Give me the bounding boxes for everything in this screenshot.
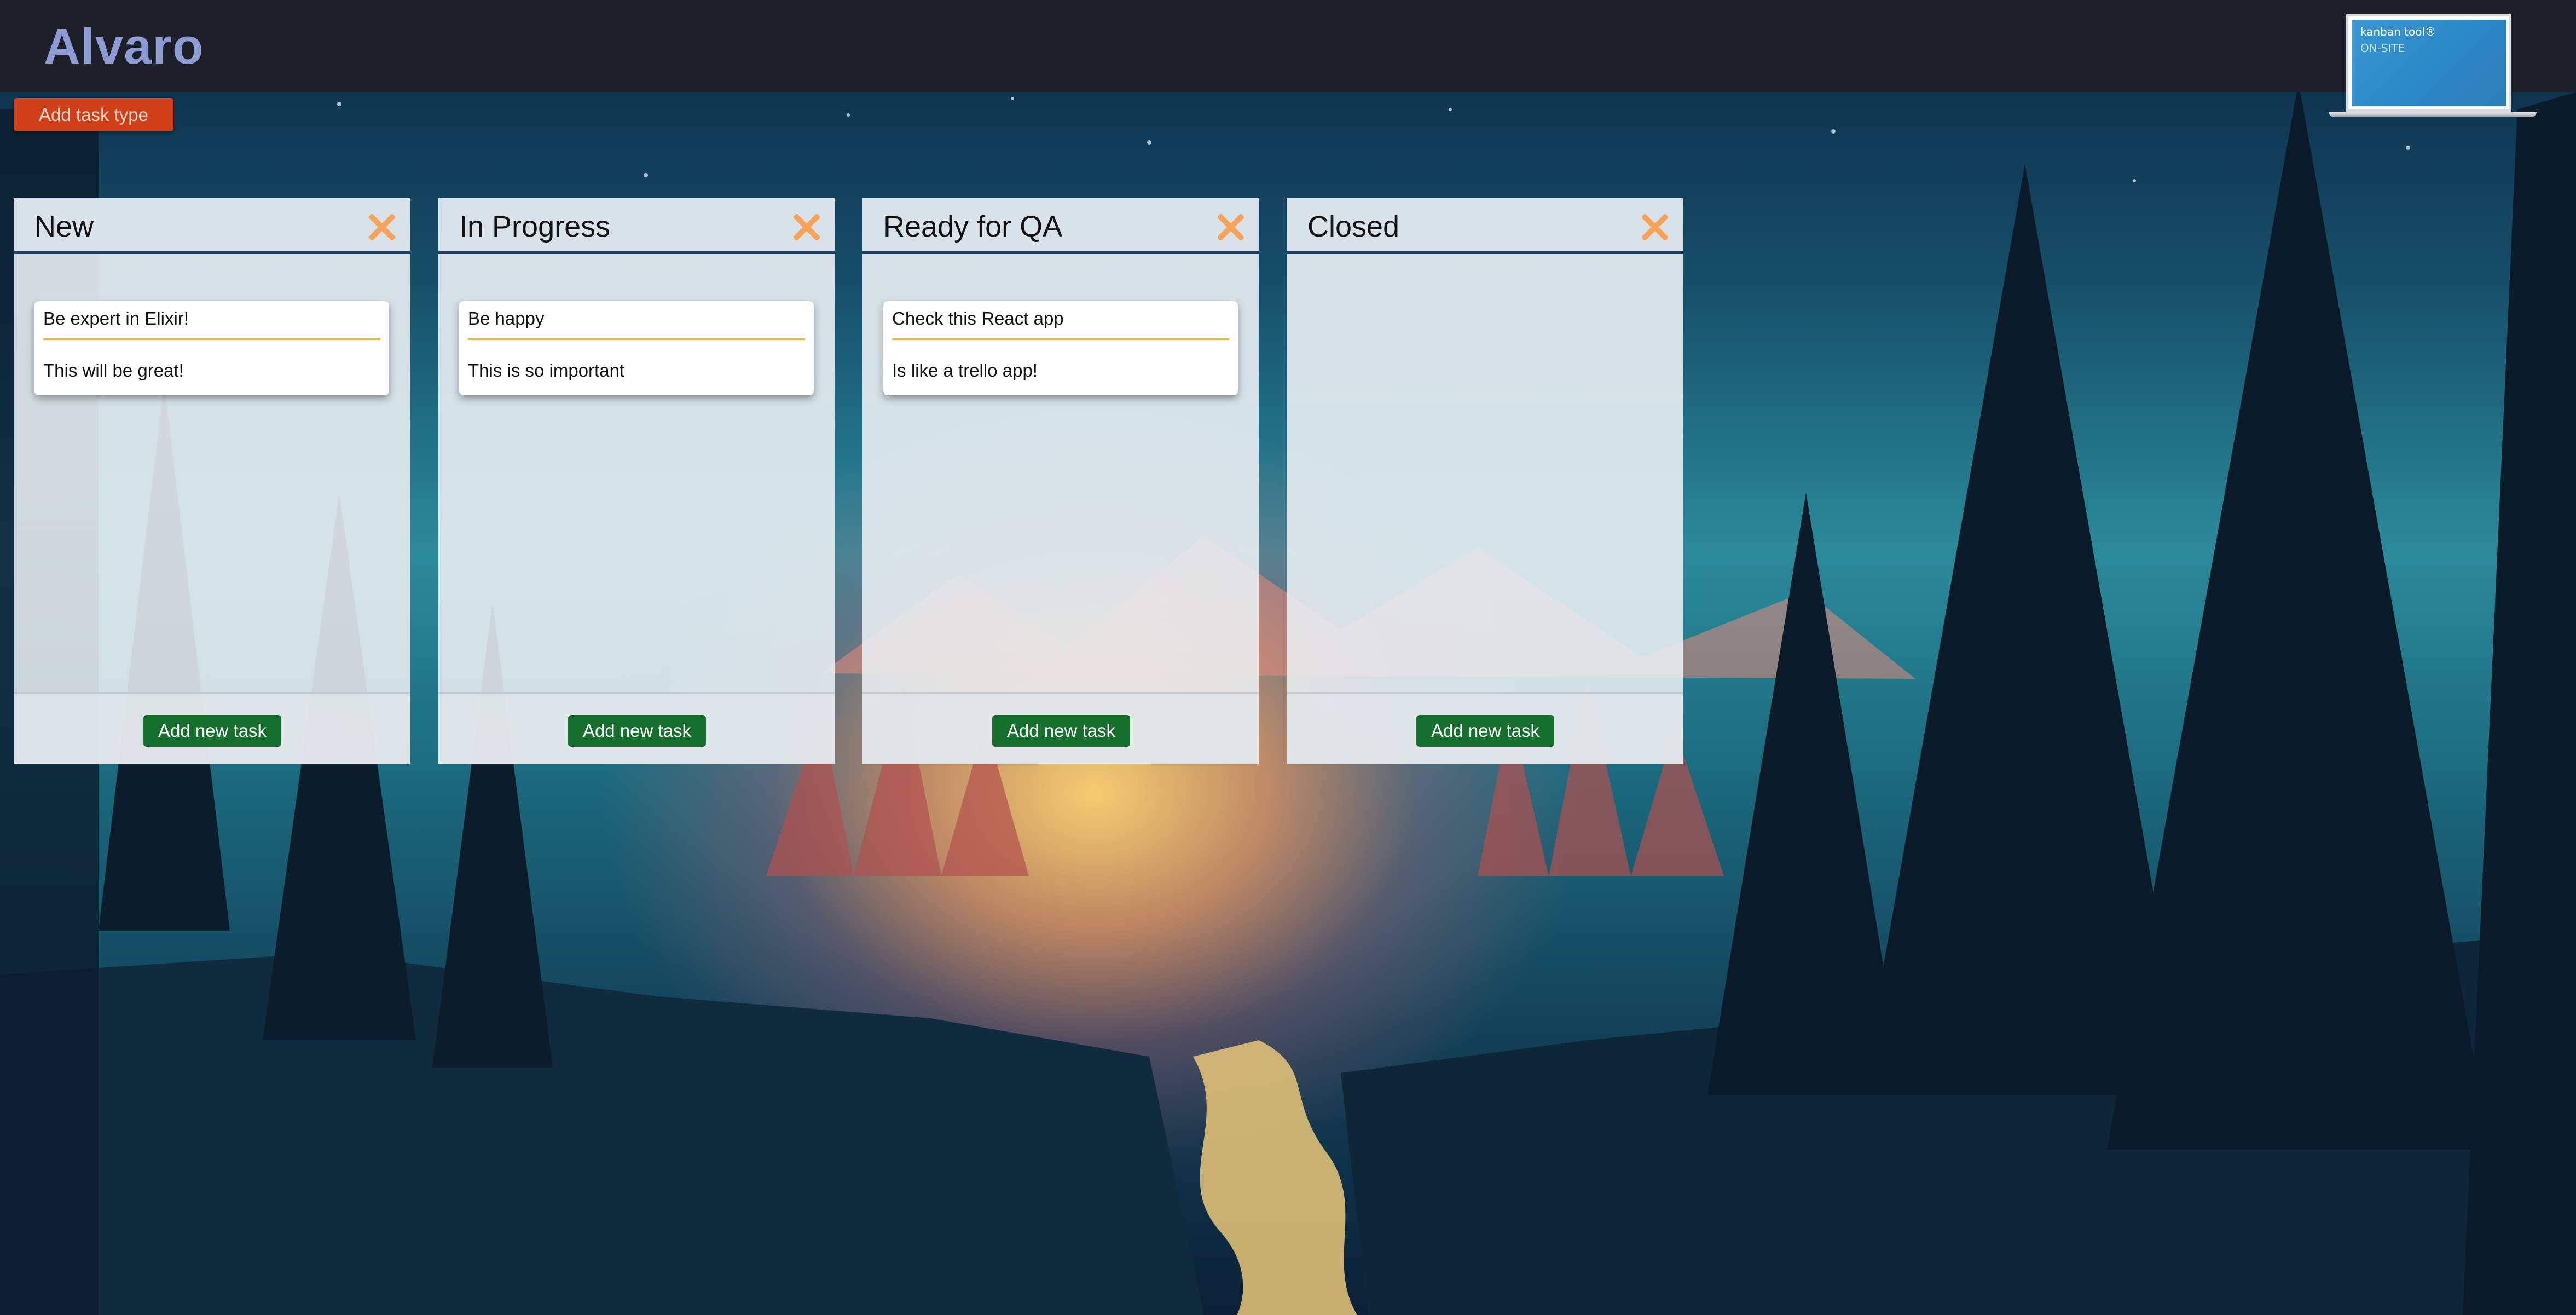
column-title: In Progress [459,210,611,243]
promo-line-1: kanban tool® [2360,25,2436,38]
add-new-task-button[interactable]: Add new task [568,715,706,747]
promo-monitor: kanban tool® ON-SITE [2346,14,2511,112]
column-ready-for-qa: Ready for QA Check this React app Is lik… [862,198,1259,764]
column-header: In Progress [438,198,835,254]
task-description: This is so important [468,360,625,380]
column-new: New Be expert in Elixir! This will be gr… [14,198,410,764]
kanban-tool-promo-banner[interactable]: kanban tool® ON-SITE [2329,11,2537,118]
column-in-progress: In Progress Be happy This is so importan… [438,198,835,764]
column-footer: Add new task [438,692,835,764]
add-task-type-button[interactable]: Add task type [14,98,173,131]
task-description: Is like a trello app! [892,360,1038,380]
column-header: Ready for QA [862,198,1259,254]
column-footer: Add new task [862,692,1259,764]
task-title: Check this React app [892,301,1229,340]
close-x-icon[interactable] [1636,210,1669,243]
column-footer: Add new task [14,692,410,764]
column-header: Closed [1287,198,1683,254]
column-title: New [34,210,94,243]
column-title: Ready for QA [883,210,1063,243]
column-title: Closed [1307,210,1400,243]
task-description: This will be great! [43,360,184,380]
task-title: Be happy [468,301,805,340]
top-bar: Alvaro kanban tool® ON-SITE [0,0,2576,117]
column-header: New [14,198,410,254]
task-card[interactable]: Be happy This is so important [459,301,814,395]
close-x-icon[interactable] [1212,210,1245,243]
promo-laptop-base [2329,112,2537,117]
add-new-task-button[interactable]: Add new task [992,715,1130,747]
promo-line-2: ON-SITE [2360,42,2405,55]
add-new-task-button[interactable]: Add new task [1416,715,1554,747]
task-title: Be expert in Elixir! [43,301,380,340]
column-closed: Closed Add new task [1287,198,1683,764]
close-x-icon[interactable] [363,210,396,243]
task-card[interactable]: Be expert in Elixir! This will be great! [34,301,389,395]
promo-screen: kanban tool® ON-SITE [2352,20,2506,106]
brand-title[interactable]: Alvaro [44,16,204,77]
add-new-task-button[interactable]: Add new task [143,715,281,747]
task-card[interactable]: Check this React app Is like a trello ap… [883,301,1238,395]
close-x-icon[interactable] [788,210,821,243]
column-footer: Add new task [1287,692,1683,764]
